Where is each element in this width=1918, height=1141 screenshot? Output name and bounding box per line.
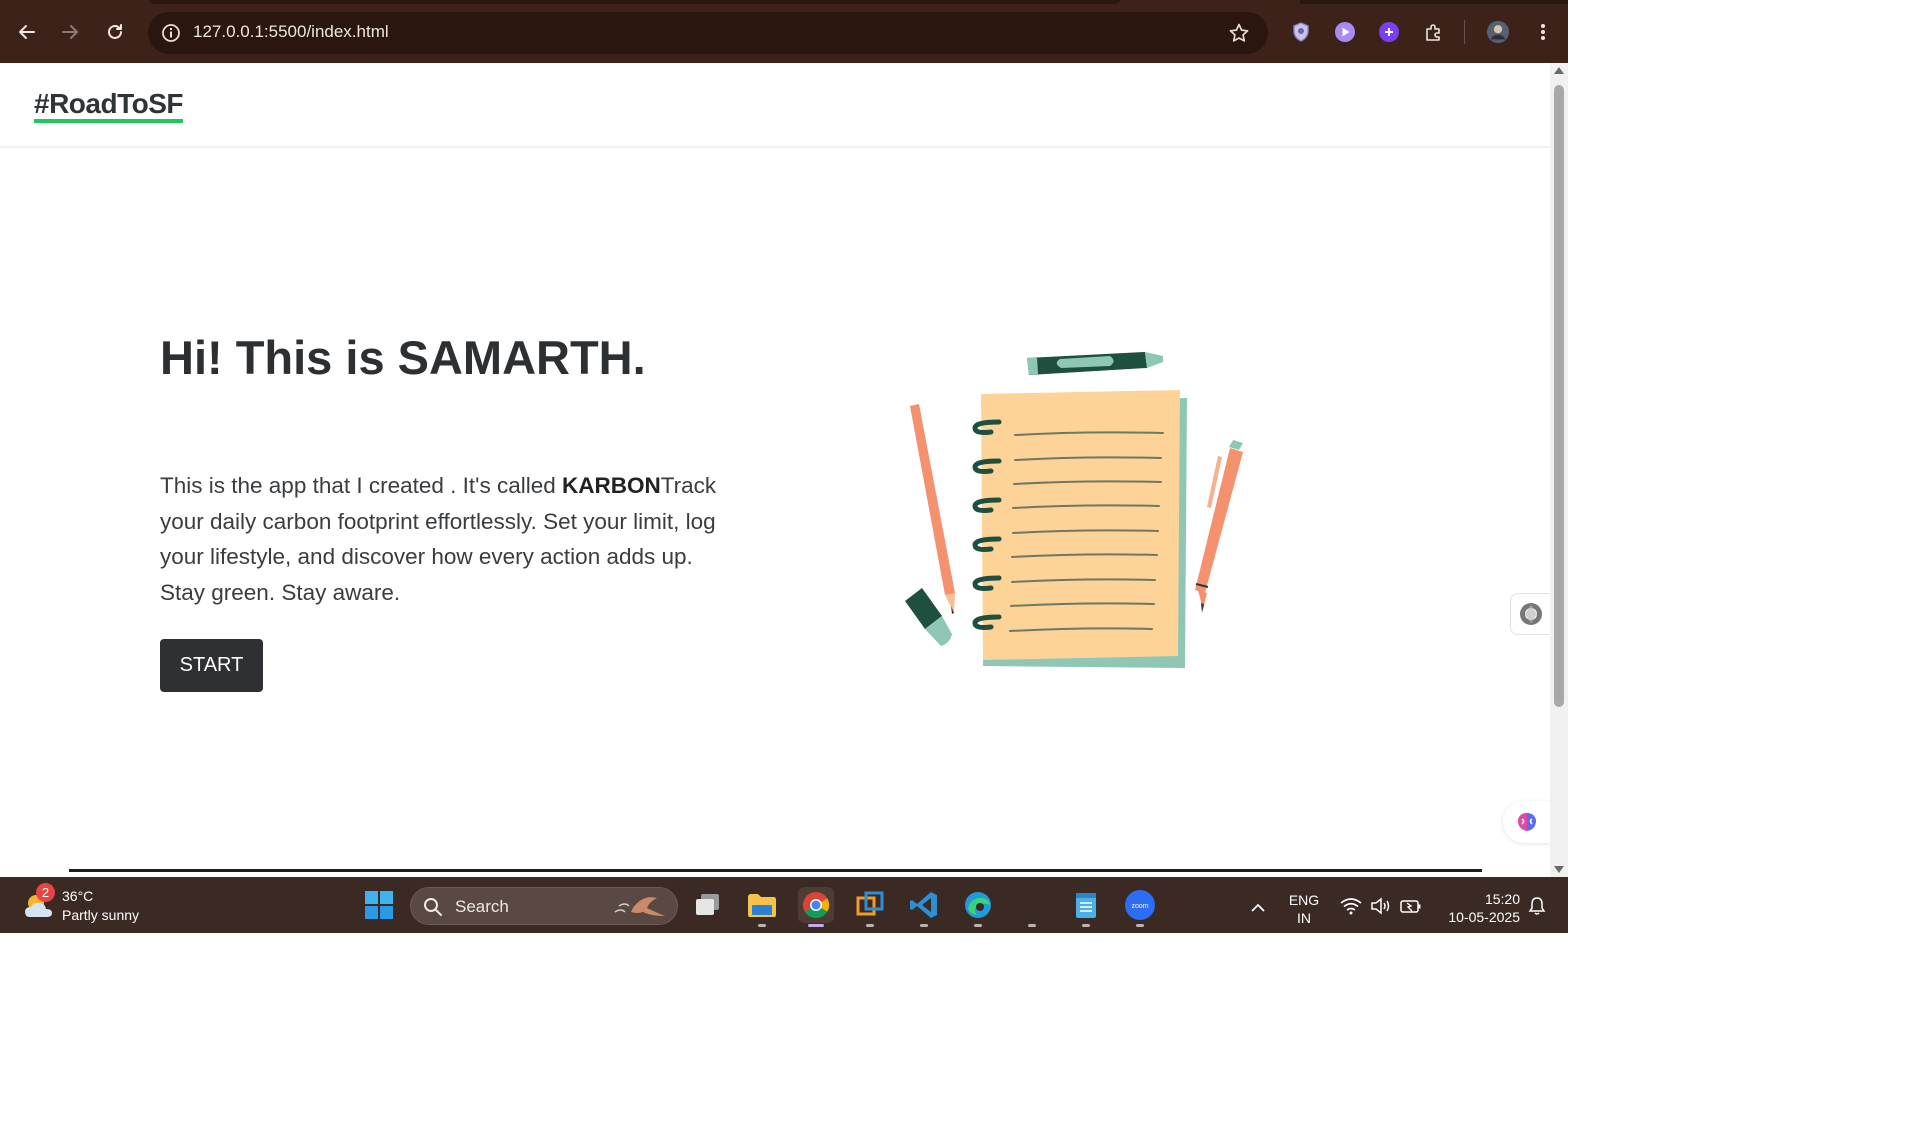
language-code: ENG <box>1288 892 1320 908</box>
vmware-button[interactable] <box>852 887 888 927</box>
running-indicator <box>920 924 928 927</box>
task-view-button[interactable] <box>690 887 726 923</box>
search-label: Search <box>455 897 509 916</box>
running-indicator <box>1028 924 1036 927</box>
brand-logo-link[interactable]: #RoadToSF <box>34 89 183 123</box>
vscode-icon <box>910 892 937 918</box>
ai-assistant-button[interactable] <box>1503 801 1550 843</box>
hero-app-name: KARBON <box>562 473 661 498</box>
chrome-button[interactable] <box>798 887 834 927</box>
floating-widget-button[interactable] <box>1510 593 1550 635</box>
site-info-icon[interactable] <box>160 22 182 44</box>
chrome-icon <box>803 892 830 919</box>
windows-logo-icon <box>365 891 393 919</box>
birds-highlight-icon <box>614 897 665 916</box>
hero-description-lead: This is the app that I created . It's ca… <box>160 473 563 498</box>
pen-icon <box>1195 440 1243 613</box>
vscode-button[interactable] <box>906 887 942 927</box>
edge-button[interactable] <box>960 887 996 927</box>
kebab-menu-icon[interactable] <box>1531 20 1555 44</box>
toolbar-divider <box>1464 20 1465 44</box>
arrow-right-icon <box>62 25 78 39</box>
reload-button[interactable] <box>101 18 129 46</box>
zoom-icon: zoom <box>1125 890 1155 920</box>
running-indicator <box>1136 924 1144 927</box>
scroll-down-arrow-icon[interactable] <box>1554 866 1564 873</box>
page-viewport: #RoadToSF Hi! This is SAMARTH. This is t… <box>0 63 1550 877</box>
clock[interactable]: 15:20 10-05-2025 <box>1436 890 1520 926</box>
tab-strip-edge <box>150 0 1120 4</box>
windows-start-button[interactable] <box>361 887 397 923</box>
back-button[interactable] <box>13 18 41 46</box>
notepad-button[interactable] <box>1068 887 1104 927</box>
svg-text:zoom: zoom <box>1131 903 1148 910</box>
volume-icon[interactable] <box>1370 897 1390 915</box>
edge-icon <box>965 892 991 918</box>
wifi-icon[interactable] <box>1340 897 1362 915</box>
reload-icon <box>108 24 122 39</box>
url-text[interactable]: 127.0.0.1:5500/index.html <box>193 22 389 42</box>
shield-extension-icon[interactable] <box>1289 20 1313 44</box>
forward-button[interactable] <box>56 18 84 46</box>
play-extension-icon[interactable] <box>1333 20 1357 44</box>
arrow-left-icon <box>19 25 35 39</box>
active-indicator <box>808 924 824 927</box>
hero-title: Hi! This is SAMARTH. <box>160 331 646 384</box>
scroll-thumb[interactable] <box>1554 85 1564 707</box>
address-bar[interactable]: 127.0.0.1:5500/index.html <box>148 12 1268 54</box>
purple-extension-icon[interactable] <box>1377 20 1401 44</box>
pencil-icon <box>910 404 955 614</box>
notification-badge: 2 <box>36 883 55 902</box>
scroll-up-arrow-icon[interactable] <box>1554 67 1564 74</box>
puzzle-icon[interactable] <box>1422 20 1446 44</box>
file-explorer-button[interactable] <box>744 887 780 927</box>
brain-icon <box>1517 813 1536 831</box>
chevron-up-icon[interactable] <box>1250 899 1270 917</box>
notebook-illustration <box>905 352 1243 668</box>
folder-icon <box>748 894 776 917</box>
hero-description: This is the app that I created . It's ca… <box>160 468 735 610</box>
running-indicator <box>1082 924 1090 927</box>
zoom-button[interactable]: zoom <box>1122 887 1158 927</box>
weather-temperature: 36°C <box>62 888 94 904</box>
circle-logo-icon <box>1519 603 1542 625</box>
weather-condition: Partly sunny <box>62 907 140 923</box>
running-indicator <box>866 924 874 927</box>
eraser-icon <box>905 588 952 646</box>
taskbar-search[interactable]: Search <box>410 887 678 925</box>
weather-widget[interactable]: 2 36°C Partly sunny <box>22 883 172 925</box>
vmware-icon <box>856 891 884 916</box>
marker-icon <box>1027 352 1163 375</box>
clock-time: 15:20 <box>1484 891 1520 907</box>
clock-date: 10-05-2025 <box>1448 909 1520 925</box>
tab-strip-edge-right <box>1300 0 1568 4</box>
running-indicator <box>974 924 982 927</box>
notification-bell-icon[interactable] <box>1527 896 1547 915</box>
profile-avatar[interactable] <box>1486 20 1510 44</box>
hidden-app-button[interactable] <box>1014 887 1050 927</box>
task-view-icon <box>696 894 719 915</box>
windows-taskbar: 2 36°C Partly sunny Search zoom ENG IN 1… <box>0 877 1568 933</box>
search-icon <box>424 898 442 916</box>
browser-toolbar: 127.0.0.1:5500/index.html <box>0 0 1568 63</box>
language-indicator[interactable]: ENG IN <box>1286 891 1322 927</box>
footer-divider <box>69 869 1482 872</box>
start-button[interactable]: START <box>160 639 263 692</box>
running-indicator <box>758 924 766 927</box>
battery-icon[interactable] <box>1399 897 1421 915</box>
bookmark-star-icon[interactable] <box>1228 22 1250 44</box>
site-header: #RoadToSF <box>0 63 1550 148</box>
notepad-icon <box>1076 893 1096 918</box>
region-code: IN <box>1297 910 1311 926</box>
vertical-scrollbar[interactable] <box>1550 63 1568 877</box>
